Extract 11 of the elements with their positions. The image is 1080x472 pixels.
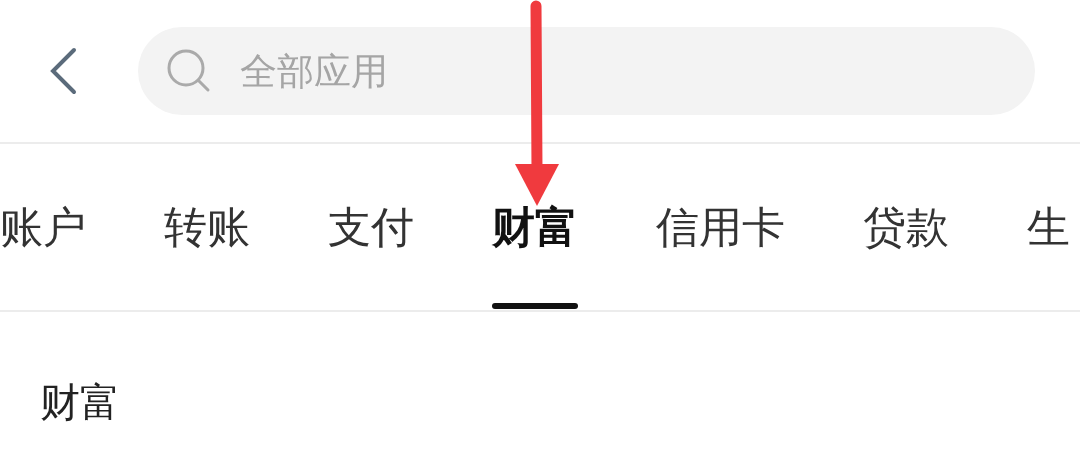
search-icon	[166, 48, 212, 94]
tab[interactable]: 贷款	[863, 143, 949, 311]
section-title: 财富	[39, 378, 121, 422]
tab[interactable]: 支付	[328, 143, 414, 311]
tab[interactable]: 信用卡	[656, 143, 785, 311]
back-icon[interactable]	[48, 47, 78, 95]
tab[interactable]: 财富	[492, 143, 578, 311]
tab[interactable]: 账户	[0, 143, 86, 311]
tab[interactable]: 生	[1027, 143, 1070, 311]
search-field[interactable]: 全部应用	[138, 27, 1035, 115]
tab[interactable]: 转账	[164, 143, 250, 311]
